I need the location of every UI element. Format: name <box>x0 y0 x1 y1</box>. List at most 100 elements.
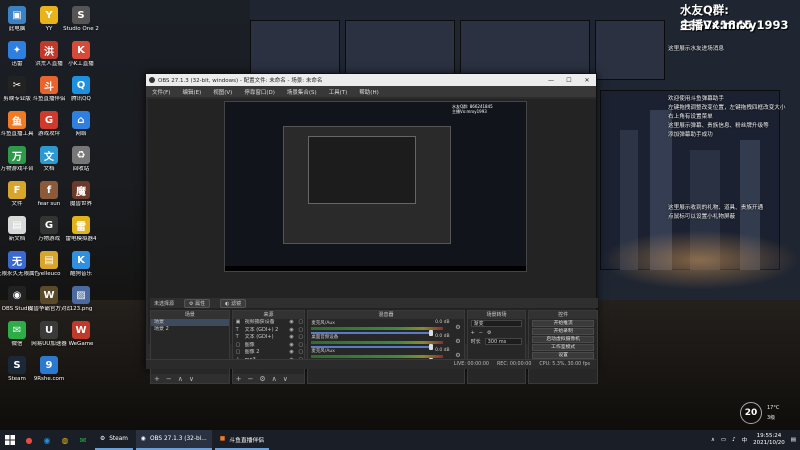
gear-icon[interactable]: ⚙ <box>455 338 460 345</box>
menu-tools[interactable]: 工具(T) <box>329 88 348 96</box>
eye-icon[interactable]: ◉ <box>289 327 295 335</box>
app-icon: 雷 <box>72 216 90 234</box>
gear-icon[interactable]: ⚙ <box>455 352 460 359</box>
app-icon: G <box>40 111 58 129</box>
start-button[interactable] <box>0 430 20 450</box>
source-toolbar: 未选择源 ⚙ 属性 ◐ 滤镜 <box>150 298 598 308</box>
source-item[interactable]: T 文本 (GDI+) 2 ◉ ▢ <box>233 327 305 335</box>
up-icon[interactable]: ∧ <box>178 375 183 383</box>
obs-preview[interactable]: 水友Q群: 866241845 主播Vx:mrxy1993 未选择源 ⚙ 属性 … <box>148 99 599 384</box>
network-icon[interactable]: ▭ <box>721 437 726 443</box>
properties-button[interactable]: ⚙ 属性 <box>184 298 211 308</box>
source-name: 图像 2 <box>244 349 260 355</box>
obs-window[interactable]: OBS 27.1.3 (32-bit, windows) - 配置文件: 未命名… <box>145 73 599 384</box>
eye-icon[interactable]: ◉ <box>289 319 295 327</box>
scene-item[interactable]: 场景 <box>151 319 229 326</box>
wechat-taskbar-icon[interactable]: ✉ <box>74 431 92 449</box>
eye-icon[interactable]: ◉ <box>289 349 295 357</box>
menu-help[interactable]: 帮助(H) <box>359 88 378 96</box>
browser-taskbar-icon[interactable]: ◍ <box>56 431 74 449</box>
overlay-note: 左键拖拽调整改变位置，左键拖拽四框改变大小 <box>668 105 786 111</box>
lock-icon[interactable]: ▢ <box>298 334 304 342</box>
window-pane <box>250 20 340 80</box>
qq-taskbar-icon[interactable]: ◉ <box>38 431 56 449</box>
start-streaming-button[interactable]: 开始推流 <box>532 320 595 327</box>
desktop-icon[interactable]: ♻ 回收站 <box>60 146 102 186</box>
minimize-icon[interactable]: — <box>542 74 560 86</box>
remove-icon[interactable]: − <box>479 330 483 336</box>
desktop-icon[interactable]: ▨ 123.png <box>60 286 102 326</box>
duration-input[interactable]: 300 ms <box>484 338 523 345</box>
menu-edit[interactable]: 编辑(E) <box>182 88 201 96</box>
weather-widget[interactable]: 20 17°C 3级 <box>740 402 798 424</box>
app-icon: ✦ <box>8 41 26 59</box>
gear-icon[interactable]: ⚙ <box>259 375 265 383</box>
scene-item[interactable]: 场景 2 <box>151 326 229 333</box>
lock-icon[interactable]: ▢ <box>298 349 304 357</box>
transition-buttons: + − ⚙ <box>468 328 526 337</box>
up-icon[interactable]: ∧ <box>272 375 277 383</box>
desktop-icon[interactable]: 9 9Rshe.com <box>28 356 70 396</box>
add-icon[interactable]: + <box>154 375 160 383</box>
menu-scene-collection[interactable]: 场景集合(S) <box>287 88 317 96</box>
close-icon[interactable]: ✕ <box>578 74 596 86</box>
desktop-icon[interactable]: Q 腾讯QQ <box>60 76 102 116</box>
settings-button[interactable]: 设置 <box>532 352 595 359</box>
down-icon[interactable]: ∨ <box>189 375 194 383</box>
overlay-note: 右上角有设置菜单 <box>668 114 713 120</box>
desktop-icon[interactable]: S Studio One 2 <box>60 6 102 46</box>
add-icon[interactable]: + <box>471 330 475 336</box>
desktop-icon[interactable]: 雷雷电模拟器4 <box>60 216 102 256</box>
taskbar-douyu[interactable]: ■ 斗鱼直播伴侣 <box>214 430 270 450</box>
source-item[interactable]: ▢ 图像 2 ◉ ▢ <box>233 349 305 357</box>
scenes-toolbar: + − ∧ ∨ <box>151 374 229 383</box>
remove-icon[interactable]: − <box>248 375 254 383</box>
desktop-icon[interactable]: K 小K工直播 <box>60 41 102 81</box>
source-item[interactable]: ▢ 图像 ◉ ▢ <box>233 342 305 350</box>
source-type-icon: T <box>235 334 239 340</box>
live-status: LIVE: 00:00:00 <box>453 362 489 367</box>
desktop-icon[interactable]: K 酷狗音乐 <box>60 251 102 291</box>
lock-icon[interactable]: ▢ <box>298 327 304 335</box>
desktop-icon-label: 小K工直播 <box>68 61 94 67</box>
desktop-icon[interactable]: 魔魔兽世界 <box>60 181 102 221</box>
douyu-taskbar-icon[interactable]: ● <box>20 431 38 449</box>
ime-indicator[interactable]: 中 <box>742 436 748 444</box>
menu-view[interactable]: 视图(V) <box>213 88 232 96</box>
menu-docks[interactable]: 停靠窗口(D) <box>244 88 275 96</box>
filters-button[interactable]: ◐ 滤镜 <box>220 298 247 308</box>
start-virtual-camera-button[interactable]: 启动虚拟摄像机 <box>532 336 595 343</box>
source-name: 图像 <box>244 341 255 348</box>
taskbar-obs[interactable]: ◉ OBS 27.1.3 (32-bi... <box>135 430 212 450</box>
app-icon: ▣ <box>8 6 26 24</box>
add-icon[interactable]: + <box>236 375 242 383</box>
taskbar-steam[interactable]: ⚙ Steam <box>95 430 133 450</box>
mixer-channel-db: 0.0 dB <box>435 320 450 325</box>
desktop-icon-label: 9Rshe.com <box>33 376 65 382</box>
remove-icon[interactable]: − <box>166 375 172 383</box>
volume-icon[interactable]: ♪ <box>732 437 736 443</box>
gear-icon[interactable]: ⚙ <box>487 330 491 336</box>
source-item[interactable]: T 文本 (GDI+) ◉ ▢ <box>233 334 305 342</box>
lock-icon[interactable]: ▢ <box>298 319 304 327</box>
obs-titlebar[interactable]: OBS 27.1.3 (32-bit, windows) - 配置文件: 未命名… <box>146 74 596 86</box>
tray-chevron-up-icon[interactable]: ∧ <box>711 437 715 443</box>
eye-icon[interactable]: ◉ <box>289 334 295 342</box>
desktop-icon[interactable]: W WeGame <box>60 321 102 361</box>
source-item[interactable]: ▣ 视频捕获设备 ◉ ▢ <box>233 319 305 327</box>
menu-file[interactable]: 文件(F) <box>152 88 170 96</box>
maximize-icon[interactable]: ☐ <box>560 74 578 86</box>
notification-icon[interactable]: ▤ <box>791 437 796 443</box>
desktop-icon[interactable]: ⌂ 网络 <box>60 111 102 151</box>
app-icon: ⌂ <box>72 111 90 129</box>
app-icon: ✂ <box>8 76 26 94</box>
studio-mode-button[interactable]: 工作室模式 <box>532 344 595 351</box>
clock[interactable]: 19:55:24 2021/10/20 <box>753 433 785 447</box>
down-icon[interactable]: ∨ <box>283 375 288 383</box>
start-recording-button[interactable]: 开始录制 <box>532 328 595 335</box>
gear-icon[interactable]: ⚙ <box>455 324 460 331</box>
lock-icon[interactable]: ▢ <box>298 342 304 350</box>
app-icon: f <box>40 181 58 199</box>
eye-icon[interactable]: ◉ <box>289 342 295 350</box>
transition-select[interactable]: 渐变 <box>470 320 523 327</box>
